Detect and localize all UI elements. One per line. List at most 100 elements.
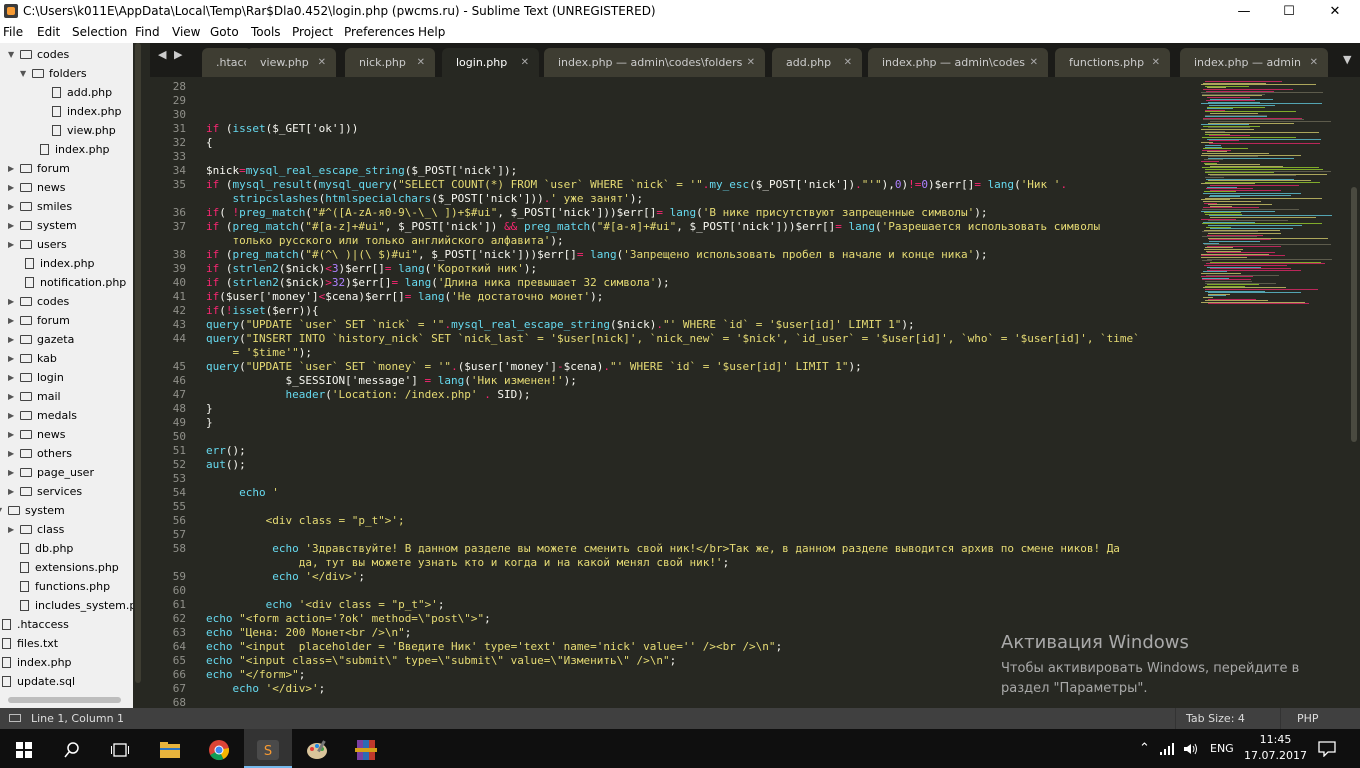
chevron-right-icon[interactable]: ▶ <box>8 330 20 349</box>
tab-close-icon[interactable]: ✕ <box>1152 48 1160 77</box>
chevron-right-icon[interactable]: ▶ <box>8 311 20 330</box>
chevron-right-icon[interactable]: ▶ <box>8 159 20 178</box>
sidebar-item-system[interactable]: ▶ system <box>8 216 77 235</box>
sidebar-item-index-php[interactable]: index.php <box>32 102 122 121</box>
minimize-button[interactable]: — <box>1221 0 1267 23</box>
syntax-selector[interactable]: PHP <box>1297 712 1319 725</box>
network-icon[interactable] <box>1160 729 1176 768</box>
sidebar-item-update-sql[interactable]: update.sql <box>0 672 75 691</box>
code-line[interactable]: } <box>206 416 213 429</box>
sidebar-item-codes[interactable]: ▼ codes <box>8 45 69 64</box>
tab-size-selector[interactable]: Tab Size: 4 <box>1186 712 1245 725</box>
tab-nick-php[interactable]: nick.php ✕ <box>345 48 435 77</box>
code-line[interactable]: <div class = "p_t">'; <box>206 514 405 527</box>
code-line[interactable]: if (mysql_result(mysql_query("SELECT COU… <box>206 178 1067 191</box>
sidebar-item-others[interactable]: ▶ others <box>8 444 72 463</box>
editor-vertical-scrollbar[interactable] <box>1348 77 1360 708</box>
sidebar-item-extensions-php[interactable]: extensions.php <box>8 558 119 577</box>
chevron-right-icon[interactable]: ▶ <box>8 216 20 235</box>
menu-file[interactable]: File <box>3 25 23 39</box>
sidebar-item-index-php[interactable]: index.php <box>0 653 72 672</box>
sidebar-scroll-thumb[interactable] <box>135 43 141 683</box>
code-line[interactable]: echo "</form>"; <box>206 668 305 681</box>
sidebar-item-login[interactable]: ▶ login <box>8 368 64 387</box>
code-line[interactable]: if(!isset($err)){ <box>206 304 319 317</box>
sublime-text-taskbar-icon[interactable]: S <box>244 729 292 768</box>
sidebar-item-mail[interactable]: ▶ mail <box>8 387 61 406</box>
code-line[interactable]: echo '</div>'; <box>206 682 326 695</box>
chevron-right-icon[interactable]: ▶ <box>8 463 20 482</box>
code-line[interactable]: query("UPDATE `user` SET `money` = '".($… <box>206 360 862 373</box>
sidebar-item-index-php[interactable]: index.php <box>8 254 95 273</box>
sidebar-item-forum[interactable]: ▶ forum <box>8 159 70 178</box>
chevron-right-icon[interactable]: ▶ <box>8 444 20 463</box>
chevron-down-icon[interactable]: ▼ <box>20 64 32 83</box>
menu-project[interactable]: Project <box>292 25 333 39</box>
sidebar-item-folders[interactable]: ▼ folders <box>20 64 87 83</box>
sidebar-item-db-php[interactable]: db.php <box>8 539 73 558</box>
tray-chevron-up-icon[interactable]: ⌃ <box>1139 729 1150 768</box>
tab-close-icon[interactable]: ✕ <box>844 48 852 77</box>
sidebar-item-codes[interactable]: ▶ codes <box>8 292 69 311</box>
code-line[interactable]: err(); <box>206 444 246 457</box>
close-button[interactable]: ✕ <box>1312 0 1358 23</box>
code-line[interactable]: if($user['money']<$cena)$err[]= lang('Не… <box>206 290 603 303</box>
sidebar-item-news[interactable]: ▶ news <box>8 425 65 444</box>
chevron-down-icon[interactable]: ▼ <box>0 501 8 520</box>
code-line[interactable]: { <box>206 136 213 149</box>
chevron-right-icon[interactable]: ▶ <box>8 406 20 425</box>
sidebar-item-smiles[interactable]: ▶ smiles <box>8 197 72 216</box>
sidebar-item-medals[interactable]: ▶ medals <box>8 406 77 425</box>
code-line[interactable]: echo "<input class=\"submit\" type=\"sub… <box>206 654 676 667</box>
tab-close-icon[interactable]: ✕ <box>1310 48 1318 77</box>
menu-selection[interactable]: Selection <box>72 25 127 39</box>
tab-login-php[interactable]: login.php ✕ <box>442 48 539 77</box>
sidebar-item-files-txt[interactable]: files.txt <box>0 634 58 653</box>
sidebar-item-gazeta[interactable]: ▶ gazeta <box>8 330 74 349</box>
tab-htaccess[interactable]: .htacc <box>202 48 252 77</box>
menu-find[interactable]: Find <box>135 25 160 39</box>
code-line[interactable]: echo "<input placeholder = 'Введите Ник'… <box>206 640 782 653</box>
chevron-right-icon[interactable]: ▶ <box>8 368 20 387</box>
code-line[interactable]: aut(); <box>206 458 246 471</box>
code-line[interactable]: $nick=mysql_real_escape_string($_POST['n… <box>206 164 517 177</box>
windows-start-icon[interactable] <box>0 729 48 768</box>
menu-goto[interactable]: Goto <box>210 25 239 39</box>
menu-edit[interactable]: Edit <box>37 25 60 39</box>
chrome-icon[interactable] <box>195 729 243 768</box>
tab-view-php[interactable]: view.php ✕ <box>246 48 336 77</box>
file-explorer-icon[interactable] <box>146 729 194 768</box>
code-line[interactable]: да, тут вы можете узнать кто и когда и н… <box>206 556 729 569</box>
tab-index-php-admin-codes-folders[interactable]: index.php — admin\codes\folders ✕ <box>544 48 765 77</box>
menu-tools[interactable]: Tools <box>251 25 281 39</box>
sidebar-item-kab[interactable]: ▶ kab <box>8 349 57 368</box>
sidebar-item-services[interactable]: ▶ services <box>8 482 82 501</box>
sidebar-item-news[interactable]: ▶ news <box>8 178 65 197</box>
sidebar-item-notification-php[interactable]: notification.php <box>8 273 126 292</box>
chevron-right-icon[interactable]: ▶ <box>8 292 20 311</box>
code-line[interactable]: query("INSERT INTO `history_nick` SET `n… <box>206 332 1140 345</box>
sidebar-item-forum[interactable]: ▶ forum <box>8 311 70 330</box>
search-icon[interactable] <box>48 729 96 768</box>
window-titlebar[interactable]: C:\Users\k011E\AppData\Local\Temp\Rar$Dl… <box>0 0 1360 23</box>
tab-functions-php[interactable]: functions.php ✕ <box>1055 48 1170 77</box>
task-view-icon[interactable] <box>96 729 144 768</box>
tab-list-dropdown-icon[interactable]: ▼ <box>1343 53 1351 66</box>
sidebar-item-class[interactable]: ▶ class <box>8 520 64 539</box>
sidebar-item-system[interactable]: ▼ system <box>0 501 65 520</box>
code-line[interactable]: if (strlen2($nick)>32)$err[]= lang('Длин… <box>206 276 670 289</box>
sidebar-item-functions-php[interactable]: functions.php <box>8 577 110 596</box>
tab-close-icon[interactable]: ✕ <box>521 48 529 77</box>
tab-scroll-left-icon[interactable]: ◀ <box>158 48 166 61</box>
tab-scroll-right-icon[interactable]: ▶ <box>174 48 182 61</box>
maximize-button[interactable]: ☐ <box>1266 0 1312 23</box>
menu-help[interactable]: Help <box>418 25 445 39</box>
chevron-right-icon[interactable]: ▶ <box>8 482 20 501</box>
tab-index-php-admin-codes[interactable]: index.php — admin\codes ✕ <box>868 48 1048 77</box>
sidebar-item-view-php[interactable]: view.php <box>32 121 116 140</box>
volume-icon[interactable] <box>1184 729 1200 768</box>
chevron-right-icon[interactable]: ▶ <box>8 235 20 254</box>
code-line[interactable]: echo ' <box>206 486 279 499</box>
code-editor[interactable]: if (isset($_GET['ok'])){$nick=mysql_real… <box>196 77 1198 708</box>
chevron-down-icon[interactable]: ▼ <box>8 45 20 64</box>
